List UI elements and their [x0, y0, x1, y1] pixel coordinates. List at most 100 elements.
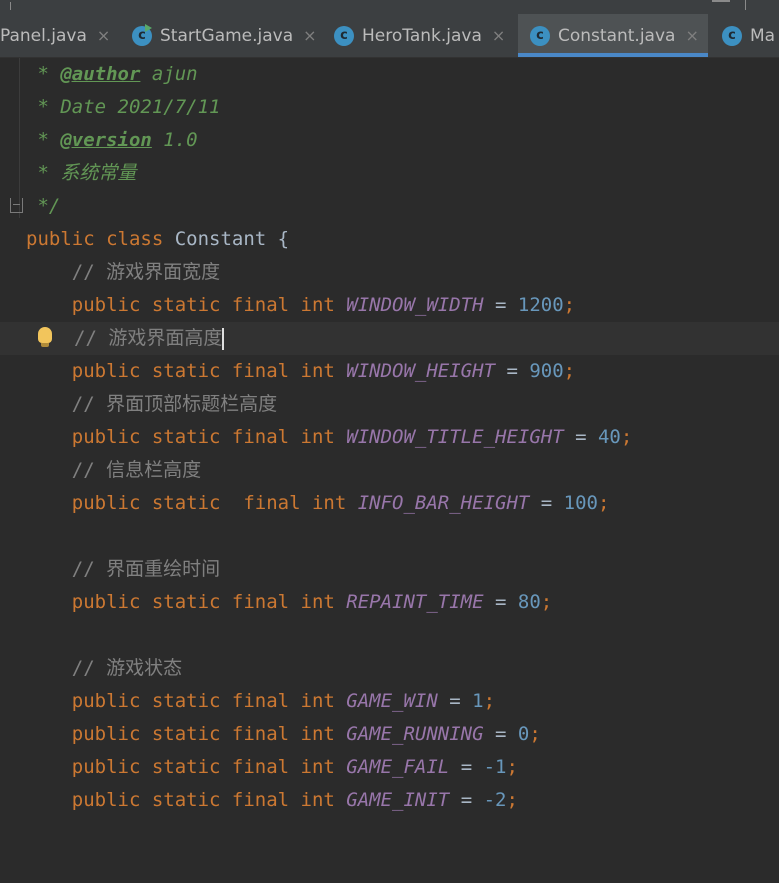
code-line: // 信息栏高度 [0, 454, 779, 487]
close-icon[interactable]: × [492, 26, 505, 45]
line-comment: // 界面顶部标题栏高度 [26, 393, 278, 415]
java-class-run-icon: c [132, 23, 152, 46]
constant-name: GAME_FAIL [346, 756, 450, 778]
doc-comment: * [26, 129, 61, 151]
modifiers: public static final int [26, 426, 347, 448]
java-class-icon: c [530, 25, 550, 46]
tab-herotank-java[interactable]: c HeroTank.java × [334, 14, 514, 57]
doc-comment: * Date 2021/7/11 [26, 96, 221, 118]
modifiers: public static final int [26, 756, 347, 778]
code-line: public static final int GAME_RUNNING = 0… [0, 718, 779, 751]
modifiers: public static final int [26, 492, 358, 514]
tab-label: HeroTank.java [362, 25, 482, 46]
code-line: // 游戏状态 [0, 652, 779, 685]
window-edge-mark [10, 2, 11, 10]
line-comment: // 信息栏高度 [26, 459, 202, 481]
number-literal: 0 [517, 723, 530, 745]
close-icon[interactable]: × [685, 26, 698, 45]
operator: = [483, 294, 518, 316]
constant-name: WINDOW_HEIGHT [346, 360, 496, 382]
fold-icon[interactable] [10, 198, 23, 213]
brace: { [277, 228, 290, 250]
modifiers: public static final int [26, 723, 347, 745]
operator: = [529, 492, 564, 514]
line-comment: // 游戏界面宽度 [26, 261, 221, 283]
number-literal: 80 [517, 591, 541, 613]
code-line: * 系统常量 [0, 157, 779, 190]
java-class-icon: c [334, 25, 354, 46]
code-line: // 界面重绘时间 [0, 553, 779, 586]
code-line: */ [0, 190, 779, 223]
line-comment: // 游戏状态 [26, 657, 183, 679]
semicolon: ; [483, 690, 496, 712]
keyword: public class [26, 228, 164, 250]
semicolon: ; [620, 426, 633, 448]
semicolon: ; [506, 756, 518, 778]
number-literal: -1 [483, 756, 507, 778]
code-line: public static final int GAME_INIT = -2; [0, 784, 779, 817]
constant-name: WINDOW_WIDTH [346, 294, 484, 316]
window-separator [745, 0, 746, 10]
number-literal: 100 [563, 492, 598, 514]
code-editor[interactable]: * @author ajun * Date 2021/7/11 * @versi… [0, 58, 779, 838]
tab-startgame-java[interactable]: c StartGame.java × [132, 14, 320, 57]
doc-comment: ajun [140, 63, 198, 85]
code-line: public static final int WINDOW_WIDTH = 1… [0, 289, 779, 322]
tab-panel-java[interactable]: Panel.java × [0, 14, 115, 57]
lightbulb-icon[interactable] [38, 327, 52, 347]
number-literal: 900 [529, 360, 564, 382]
modifiers: public static final int [26, 294, 347, 316]
constant-name: REPAINT_TIME [346, 591, 484, 613]
constant-name: WINDOW_TITLE_HEIGHT [346, 426, 564, 448]
minimize-icon[interactable] [712, 0, 730, 2]
javadoc-tag[interactable]: @author [60, 63, 140, 85]
number-literal: 40 [597, 426, 621, 448]
number-literal: 1 [472, 690, 484, 712]
line-comment: // 界面重绘时间 [26, 558, 221, 580]
semicolon: ; [563, 294, 576, 316]
text-cursor [222, 327, 225, 350]
operator: = [495, 360, 530, 382]
modifiers: public static final int [26, 591, 347, 613]
tab-constant-java[interactable]: c Constant.java × [518, 14, 708, 57]
constant-name: GAME_WIN [346, 690, 438, 712]
code-line: public static final int WINDOW_HEIGHT = … [0, 355, 779, 388]
code-line: public static final int INFO_BAR_HEIGHT … [0, 487, 779, 520]
code-line: public static final int GAME_WIN = 1; [0, 685, 779, 718]
doc-comment: * [26, 63, 61, 85]
close-icon[interactable]: × [97, 26, 110, 45]
current-code-line: // 游戏界面高度 [0, 322, 779, 355]
modifiers: public static final int [26, 690, 347, 712]
operator: = [483, 723, 518, 745]
modifiers: public static final int [26, 789, 347, 811]
code-line: * Date 2021/7/11 [0, 91, 779, 124]
semicolon: ; [563, 360, 576, 382]
tab-label: Ma [750, 25, 776, 46]
tab-label: Constant.java [558, 25, 676, 46]
number-literal: -2 [483, 789, 507, 811]
code-line: public class Constant { [0, 223, 779, 256]
operator: = [483, 591, 518, 613]
code-line: * @version 1.0 [0, 124, 779, 157]
semicolon: ; [597, 492, 610, 514]
doc-comment: * 系统常量 [26, 162, 137, 184]
close-icon[interactable]: × [303, 26, 316, 45]
tab-label: Panel.java [0, 25, 87, 46]
line-comment: // 游戏界面高度 [74, 327, 223, 349]
semicolon: ; [506, 789, 518, 811]
java-class-icon: c [722, 25, 742, 46]
constant-name: INFO_BAR_HEIGHT [357, 492, 530, 514]
constant-name: GAME_INIT [346, 789, 450, 811]
operator: = [563, 426, 598, 448]
modifiers: public static final int [26, 360, 347, 382]
code-line: public static final int GAME_FAIL = -1; [0, 751, 779, 784]
javadoc-tag[interactable]: @version [60, 129, 152, 151]
operator: = [449, 756, 484, 778]
doc-comment: */ [26, 195, 61, 217]
tab-label: StartGame.java [160, 25, 294, 46]
semicolon: ; [540, 591, 553, 613]
tab-ma-truncated[interactable]: c Ma [722, 14, 779, 57]
code-line: // 界面顶部标题栏高度 [0, 388, 779, 421]
